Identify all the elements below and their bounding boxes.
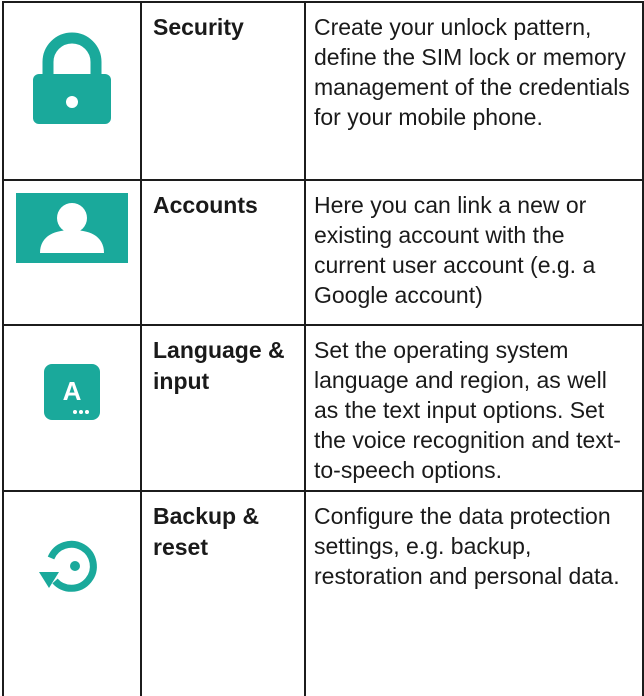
icon-cell	[2, 179, 142, 326]
setting-name: Language & input	[140, 324, 306, 492]
icon-cell	[2, 490, 142, 696]
table-row-accounts: Accounts Here you can link a new or exis…	[2, 179, 644, 326]
backup-restore-icon	[39, 540, 97, 592]
setting-description: Create your unlock pattern, define the S…	[304, 1, 644, 181]
table-row-security: Security Create your unlock pattern, def…	[2, 1, 644, 181]
setting-name: Accounts	[140, 179, 306, 326]
table-row-backup: Backup & reset Configure the data protec…	[2, 490, 644, 696]
setting-description: Here you can link a new or existing acco…	[304, 179, 644, 326]
setting-name: Security	[140, 1, 306, 181]
icon-cell	[2, 1, 142, 181]
account-person-icon	[16, 193, 128, 263]
setting-name: Backup & reset	[140, 490, 306, 696]
language-icon-letter: A	[63, 376, 82, 406]
table-row-language: A Language & input Set the operating sys…	[2, 324, 644, 492]
setting-description: Configure the data protection settings, …	[304, 490, 644, 696]
settings-table: Security Create your unlock pattern, def…	[2, 1, 644, 696]
language-input-icon: A	[44, 364, 100, 420]
setting-description: Set the operating system language and re…	[304, 324, 644, 492]
lock-icon	[33, 32, 111, 124]
icon-cell: A	[2, 324, 142, 492]
